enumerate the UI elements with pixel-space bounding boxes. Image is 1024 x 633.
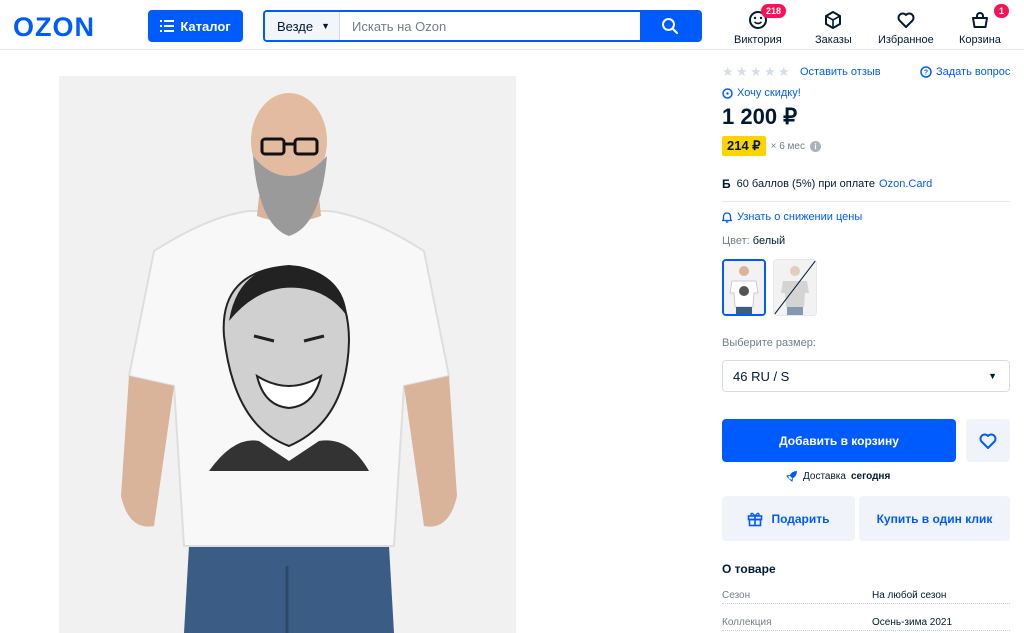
spec-value: Осень-зима 2021: [869, 617, 953, 628]
top-header: OZON Каталог Везде ▼ 218 Виктория: [0, 0, 1024, 50]
tshirt-model-illustration: [59, 76, 516, 633]
color-label: Цвет: белый: [722, 235, 785, 247]
color-swatch-grey-unavailable[interactable]: [773, 259, 817, 316]
svg-text:?: ?: [924, 70, 928, 77]
add-to-favorites-button[interactable]: [966, 419, 1010, 462]
ask-question-link[interactable]: ? Задать вопрос: [920, 66, 1010, 78]
swatch-white-thumbnail: [724, 261, 764, 314]
points-row: Б 60 баллов (5%) при оплате Ozon.Card: [722, 177, 932, 191]
spec-key: Коллекция: [722, 617, 775, 628]
nav-favorites[interactable]: Избранное: [878, 10, 934, 46]
star-icon: ★: [764, 64, 776, 79]
color-value: белый: [752, 235, 786, 247]
spec-row: Коллекция Осень-зима 2021: [722, 617, 1010, 633]
nav-cart-label: Корзина: [959, 34, 1001, 46]
delivery-when: сегодня: [850, 470, 891, 482]
ozon-logo[interactable]: OZON: [13, 12, 95, 43]
spec-key: Сезон: [722, 590, 754, 601]
box-icon: [825, 11, 842, 29]
nav-orders-label: Заказы: [815, 34, 852, 46]
search-bar: Везде ▼: [263, 10, 702, 42]
ozon-card-link[interactable]: Ozon.Card: [879, 178, 932, 190]
search-icon: [662, 18, 678, 34]
price-drop-link[interactable]: Узнать о снижении цены: [722, 211, 862, 223]
divider: [722, 201, 1010, 202]
leave-review-link[interactable]: Оставить отзыв: [800, 66, 881, 78]
points-icon: Б: [722, 177, 731, 191]
gift-label: Подарить: [771, 511, 830, 526]
cart-badge: 1: [994, 4, 1010, 18]
ask-question-label: Задать вопрос: [936, 66, 1011, 78]
installment-row: 214 ₽ × 6 мес i: [722, 136, 821, 156]
star-icon: ★: [736, 64, 748, 79]
spec-value: На любой сезон: [869, 590, 947, 601]
profile-badge: 218: [761, 4, 787, 18]
bell-icon: [722, 211, 732, 223]
chat-bubble-icon: [722, 87, 733, 99]
star-icon: ★: [778, 64, 790, 79]
catalog-button[interactable]: Каталог: [148, 10, 243, 42]
size-value: 46 RU / S: [733, 368, 790, 384]
nav-profile[interactable]: 218 Виктория: [734, 4, 787, 46]
star-icon: ★: [722, 64, 734, 79]
nav-orders[interactable]: Заказы: [815, 10, 852, 46]
delivery-info: Доставка сегодня: [786, 470, 890, 482]
product-price: 1 200 ₽: [722, 104, 798, 129]
nav-favorites-label: Избранное: [878, 34, 934, 46]
spec-row: Сезон На любой сезон: [722, 590, 1010, 614]
points-text: 60 баллов (5%) при оплате: [736, 178, 876, 190]
price-drop-label: Узнать о снижении цены: [737, 211, 863, 223]
rating-row: ★ ★ ★ ★ ★ Оставить отзыв: [722, 64, 881, 79]
delivery-prefix: Доставка: [803, 470, 846, 482]
heart-icon: [979, 433, 997, 449]
about-product-title: О товаре: [722, 562, 776, 576]
nav-profile-label: Виктория: [734, 34, 782, 46]
size-label: Выберите размер:: [722, 337, 816, 349]
search-scope-select[interactable]: Везде ▼: [265, 12, 340, 40]
buy-one-click-button[interactable]: Купить в один клик: [859, 496, 1010, 541]
installment-term: × 6 мес: [770, 140, 805, 152]
caret-down-icon: ▼: [988, 371, 997, 381]
star-icon: ★: [750, 64, 762, 79]
catalog-label: Каталог: [180, 18, 231, 34]
installment-price[interactable]: 214 ₽: [722, 136, 766, 156]
info-icon[interactable]: i: [809, 140, 821, 152]
want-discount-link[interactable]: Хочу скидку!: [722, 87, 801, 99]
color-label-text: Цвет:: [722, 235, 750, 247]
search-input[interactable]: [340, 12, 640, 40]
caret-down-icon: ▼: [321, 21, 330, 31]
basket-icon: [971, 12, 988, 28]
gift-button[interactable]: Подарить: [722, 496, 855, 541]
add-to-cart-button[interactable]: Добавить в корзину: [722, 419, 956, 462]
search-scope-value: Везде: [277, 18, 314, 34]
question-bubble-icon: ?: [920, 66, 932, 78]
search-button[interactable]: [640, 12, 700, 40]
color-swatch-white[interactable]: [722, 259, 766, 316]
product-photo[interactable]: [59, 76, 516, 633]
size-select[interactable]: 46 RU / S ▼: [722, 360, 1010, 392]
swatch-grey-thumbnail: [774, 260, 816, 315]
nav-cart[interactable]: 1 Корзина: [959, 4, 1010, 46]
rating-stars: ★ ★ ★ ★ ★: [722, 64, 790, 79]
rocket-icon: [786, 471, 797, 482]
menu-icon: [160, 20, 175, 32]
spec-leader: [722, 603, 1010, 604]
heart-icon: [897, 12, 915, 28]
spec-leader: [722, 630, 1010, 631]
gift-icon: [748, 512, 763, 526]
want-discount-label: Хочу скидку!: [737, 87, 801, 99]
